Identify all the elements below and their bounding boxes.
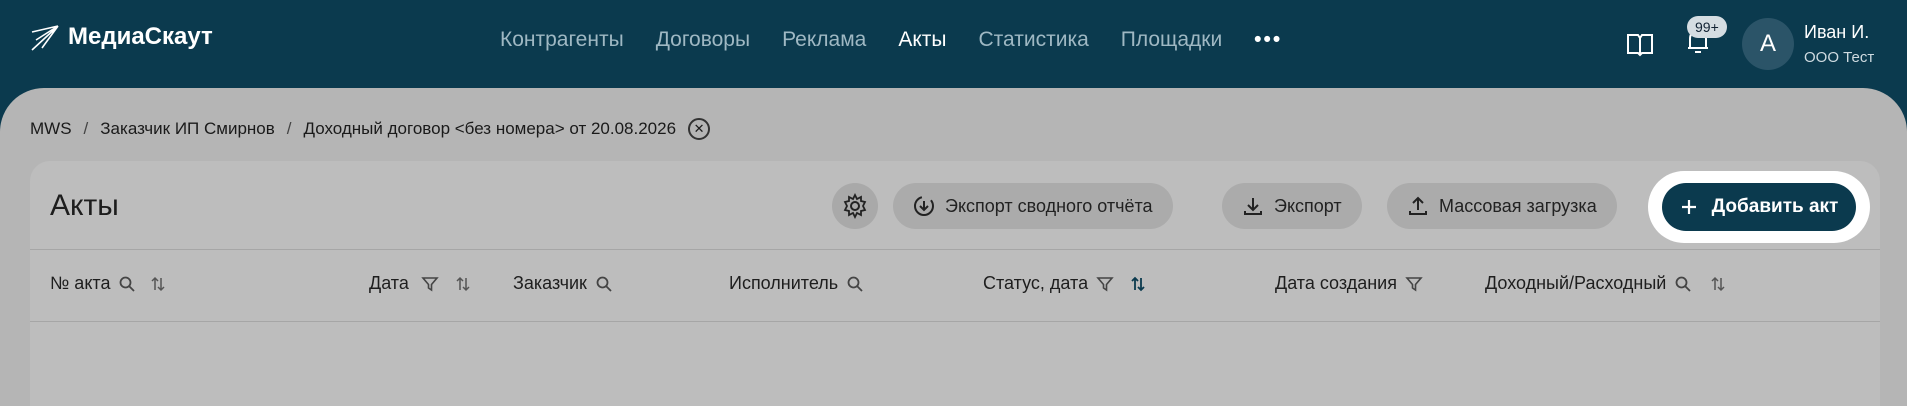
app-logo[interactable]: МедиаСкаут	[30, 22, 213, 52]
nav-more-button[interactable]: •••	[1254, 28, 1282, 52]
notifications-badge: 99+	[1687, 16, 1727, 38]
user-info[interactable]: Иван И. ООО Тест	[1804, 22, 1874, 66]
search-icon[interactable]	[595, 275, 613, 293]
close-circle-icon[interactable]: ✕	[688, 118, 711, 140]
notifications-button[interactable]: 99+	[1685, 16, 1727, 61]
column-status-date[interactable]: Статус, дата	[983, 273, 1146, 294]
sort-icon[interactable]	[1710, 275, 1726, 293]
column-label: Доходный/Расходный	[1485, 273, 1667, 293]
content-area: MWS / Заказчик ИП Смирнов / Доходный дог…	[0, 88, 1907, 406]
search-icon[interactable]	[1674, 275, 1692, 293]
bulk-upload-label: Массовая загрузка	[1439, 195, 1597, 216]
avatar[interactable]: А	[1742, 18, 1794, 70]
nav-item-contracts[interactable]: Договоры	[656, 28, 750, 52]
column-label: Исполнитель	[729, 273, 839, 293]
add-act-label: Добавить акт	[1711, 196, 1839, 217]
breadcrumb-separator: /	[286, 119, 292, 138]
filter-icon[interactable]	[1096, 275, 1114, 293]
column-label: № акта	[50, 273, 111, 293]
column-created-date[interactable]: Дата создания	[1275, 273, 1423, 294]
page-title: Акты	[50, 189, 119, 222]
column-customer[interactable]: Заказчик	[513, 273, 613, 294]
acts-card: Акты Экспорт сводного отчёта Экспорт Мас…	[30, 161, 1880, 406]
user-name: Иван И.	[1804, 22, 1870, 42]
export-summary-icon	[914, 196, 934, 216]
sort-icon[interactable]	[455, 275, 471, 293]
nav-item-counterparties[interactable]: Контрагенты	[500, 28, 624, 52]
breadcrumb-item-contract[interactable]: Доходный договор <без номера> от 20.08.2…	[304, 119, 677, 139]
search-icon[interactable]	[846, 275, 864, 293]
app-name: МедиаСкаут	[68, 23, 213, 50]
upload-icon	[1409, 196, 1427, 215]
table-header: № акта Дата Заказчик Исполнитель Статус,…	[30, 249, 1880, 321]
gear-icon	[843, 193, 867, 219]
user-org: ООО Тест	[1804, 49, 1875, 66]
export-summary-label: Экспорт сводного отчёта	[945, 195, 1153, 216]
search-icon[interactable]	[118, 275, 136, 293]
column-income-expense[interactable]: Доходный/Расходный	[1485, 273, 1726, 294]
add-act-highlight: Добавить акт	[1648, 171, 1870, 243]
nav-item-acts[interactable]: Акты	[898, 28, 946, 52]
header-icons: 99+	[1625, 16, 1727, 61]
nav-item-statistics[interactable]: Статистика	[978, 28, 1088, 52]
divider	[30, 321, 1880, 322]
export-label: Экспорт	[1274, 195, 1342, 216]
add-act-button[interactable]: Добавить акт	[1662, 183, 1856, 231]
bulk-upload-button[interactable]: Массовая загрузка	[1387, 183, 1617, 229]
column-label: Заказчик	[513, 273, 587, 293]
column-executor[interactable]: Исполнитель	[729, 273, 864, 294]
breadcrumb-separator: /	[83, 119, 89, 138]
breadcrumb-item-root[interactable]: MWS	[30, 119, 72, 139]
filter-icon[interactable]	[421, 275, 439, 293]
settings-button[interactable]	[832, 183, 878, 229]
main-nav: Контрагенты Договоры Реклама Акты Статис…	[500, 28, 1282, 52]
sort-icon[interactable]	[1130, 275, 1146, 293]
column-label: Дата создания	[1275, 273, 1397, 293]
plus-icon	[1681, 200, 1696, 214]
sort-icon[interactable]	[150, 275, 166, 293]
export-summary-button[interactable]: Экспорт сводного отчёта	[893, 183, 1173, 229]
filter-icon[interactable]	[1405, 275, 1423, 293]
nav-item-ads[interactable]: Реклама	[782, 28, 866, 52]
column-date[interactable]: Дата	[369, 273, 471, 294]
logo-icon	[31, 25, 59, 51]
book-icon[interactable]	[1625, 30, 1655, 58]
download-icon	[1244, 198, 1262, 215]
breadcrumb-item-customer[interactable]: Заказчик ИП Смирнов	[100, 119, 275, 139]
column-label: Дата	[369, 273, 409, 293]
top-bar: МедиаСкаут Контрагенты Договоры Реклама …	[0, 0, 1907, 92]
column-label: Статус, дата	[983, 273, 1089, 293]
breadcrumb: MWS / Заказчик ИП Смирнов / Доходный дог…	[30, 118, 711, 140]
nav-item-platforms[interactable]: Площадки	[1121, 28, 1222, 52]
column-act-number[interactable]: № акта	[50, 273, 166, 294]
export-button[interactable]: Экспорт	[1222, 183, 1362, 229]
